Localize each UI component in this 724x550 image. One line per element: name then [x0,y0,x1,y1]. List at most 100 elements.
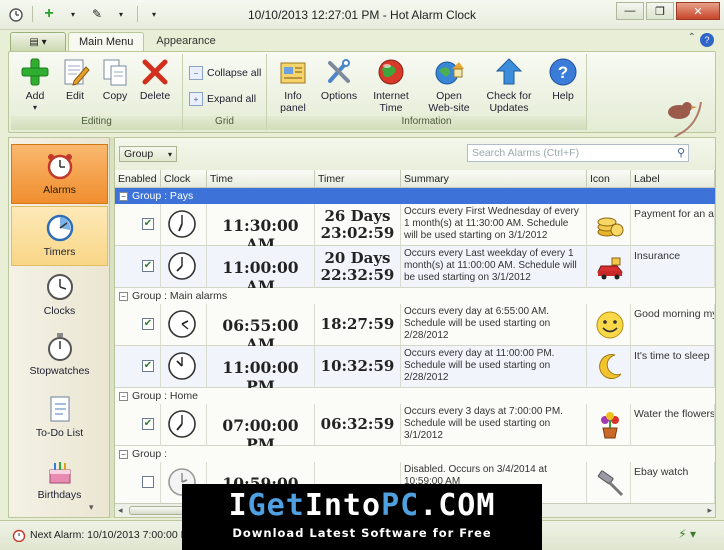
options-button[interactable]: Options [317,56,361,102]
timer-countdown: 18:27:59 [320,315,395,333]
minimize-button[interactable]: — [616,2,644,20]
watermark-brand-get: Get [247,488,305,523]
internet-time-button[interactable]: Internet Time [367,56,415,114]
restore-button[interactable]: ❐ [646,2,674,20]
group-row-main-alarms[interactable]: − Group : Main alarms [115,288,715,304]
globe-icon [375,56,407,88]
tab-main-menu[interactable]: Main Menu [68,32,145,52]
nav-item-timers[interactable]: Timers [11,206,108,266]
add-button[interactable]: Add ▾ [15,56,55,114]
clock-cell [161,204,207,246]
group-name: Group : Pays [132,190,194,202]
enabled-checkbox[interactable]: ✔ [142,418,154,430]
clock-cell [161,404,207,446]
column-header-icon[interactable]: Icon [587,170,631,188]
column-header-timer[interactable]: Timer [315,170,401,188]
column-header-enabled[interactable]: Enabled [115,170,161,188]
minimize-ribbon-icon[interactable]: ⌃ [688,32,696,43]
alarm-summary: Occurs every day at 6:55:00 AM. Schedule… [404,306,551,341]
table-row[interactable]: ✔ 11:00:00 AM 20 Days 22:32:59 Occurs ev… [115,246,715,288]
enabled-checkbox[interactable]: ✔ [142,218,154,230]
close-button[interactable]: ✕ [676,2,720,20]
tab-appearance[interactable]: Appearance [146,32,225,52]
nav-label-alarms: Alarms [43,184,76,196]
enabled-checkbox[interactable]: ✔ [142,360,154,372]
delete-button[interactable]: Delete [135,56,175,102]
alarms-panel: Group ▾ Search Alarms (Ctrl+F) ⚲ Enabled… [114,137,716,518]
application-menu-button[interactable]: ▤ ▾ [10,32,66,52]
add-icon [19,56,51,88]
timer-icon [44,212,76,244]
flower-pot-icon [601,412,619,439]
alarm-clock-icon [12,529,26,542]
nav-scroll-down-icon[interactable]: ▾ [89,502,94,513]
column-header-label[interactable]: Label [631,170,715,188]
timer-cell: 06:32:59 [315,404,401,446]
timer-countdown: 22:32:59 [320,266,395,284]
enabled-checkbox[interactable]: ✔ [142,318,154,330]
column-header-time[interactable]: Time [207,170,315,188]
enabled-checkbox[interactable] [142,476,154,488]
analog-clock-icon [168,252,196,280]
nav-item-birthdays[interactable]: Birthdays [11,450,108,510]
help-icon[interactable]: ? [700,33,714,47]
watermark-brand-pc: PC [381,488,420,523]
collapse-toggle-icon[interactable]: − [119,191,128,201]
search-input[interactable]: Search Alarms (Ctrl+F) ⚲ [467,144,689,162]
icon-cell [587,246,631,288]
info-panel-button[interactable]: Info panel [271,56,315,114]
nav-item-clocks[interactable]: Clocks [11,266,108,326]
alarm-clock-icon [44,150,76,182]
help-button[interactable]: ? Help [543,56,583,102]
column-header-summary[interactable]: Summary [401,170,587,188]
clock-cell [161,246,207,288]
nav-item-stopwatches[interactable]: Stopwatches [11,326,108,386]
alarm-summary: Occurs every Last weekday of every 1 mon… [404,248,577,283]
summary-cell: Occurs every day at 6:55:00 AM. Schedule… [401,304,587,346]
car-icon [597,257,624,280]
collapse-all-button[interactable]: − Collapse all [189,66,261,80]
nav-item-alarms[interactable]: Alarms [11,144,108,204]
nav-item-todo-list[interactable]: To-Do List [11,388,108,448]
scroll-right-icon[interactable]: ▸ [707,505,712,516]
table-row[interactable]: ✔ 06:55:00 AM 18:27:59 Occurs every day … [115,304,715,346]
collapse-toggle-icon[interactable]: − [119,291,128,301]
group-row-pays[interactable]: − Group : Pays [115,188,715,204]
table-row[interactable]: ✔ 11:00:00 PM 10:32:59 Occurs every day … [115,346,715,388]
edit-button[interactable]: Edit [55,56,95,102]
label-cell: Ebay watch [631,462,715,504]
window-controls: — ❐ ✕ [616,2,720,20]
lightning-icon[interactable]: ⚡ ▾ [678,527,696,541]
enabled-checkbox[interactable]: ✔ [142,260,154,272]
options-label: Options [320,90,358,102]
expand-all-label: Expand all [207,93,257,105]
expand-all-button[interactable]: + Expand all [189,92,256,106]
collapse-toggle-icon[interactable]: − [119,391,128,401]
chevron-down-icon: ▾ [167,149,172,159]
group-row-unnamed[interactable]: − Group : [115,446,715,462]
icon-cell [587,346,631,388]
watermark-brand-dot: .COM [419,488,496,523]
group-row-home[interactable]: − Group : Home [115,388,715,404]
chevron-down-icon: ▾ [32,103,37,112]
check-updates-label: Check for Updates [486,90,532,114]
column-header-clock[interactable]: Clock [161,170,207,188]
delete-icon [139,56,171,88]
icon-cell [587,462,631,504]
table-row[interactable]: ✔ 11:30:00 AM 26 Days 23:02:59 Occurs ev… [115,204,715,246]
table-row[interactable]: ✔ 07:00:00 PM 06:32:59 Occurs every 3 da… [115,404,715,446]
timer-cell: 10:32:59 [315,346,401,388]
open-website-label: Open Web-site [428,90,470,114]
add-label: Add [25,90,45,102]
summary-cell: Occurs every First Wednesday of every 1 … [401,204,587,246]
group-name: Group : Main alarms [132,290,228,302]
group-by-dropdown[interactable]: Group ▾ [119,146,177,162]
time-cell: 11:00:00 AM [207,246,315,288]
clock-cell [161,346,207,388]
check-updates-button[interactable]: Check for Updates [481,56,537,114]
copy-button[interactable]: Copy [95,56,135,102]
collapse-toggle-icon[interactable]: − [119,449,128,459]
options-icon [323,56,355,88]
scroll-left-icon[interactable]: ◂ [118,505,123,516]
open-website-button[interactable]: Open Web-site [425,56,473,114]
